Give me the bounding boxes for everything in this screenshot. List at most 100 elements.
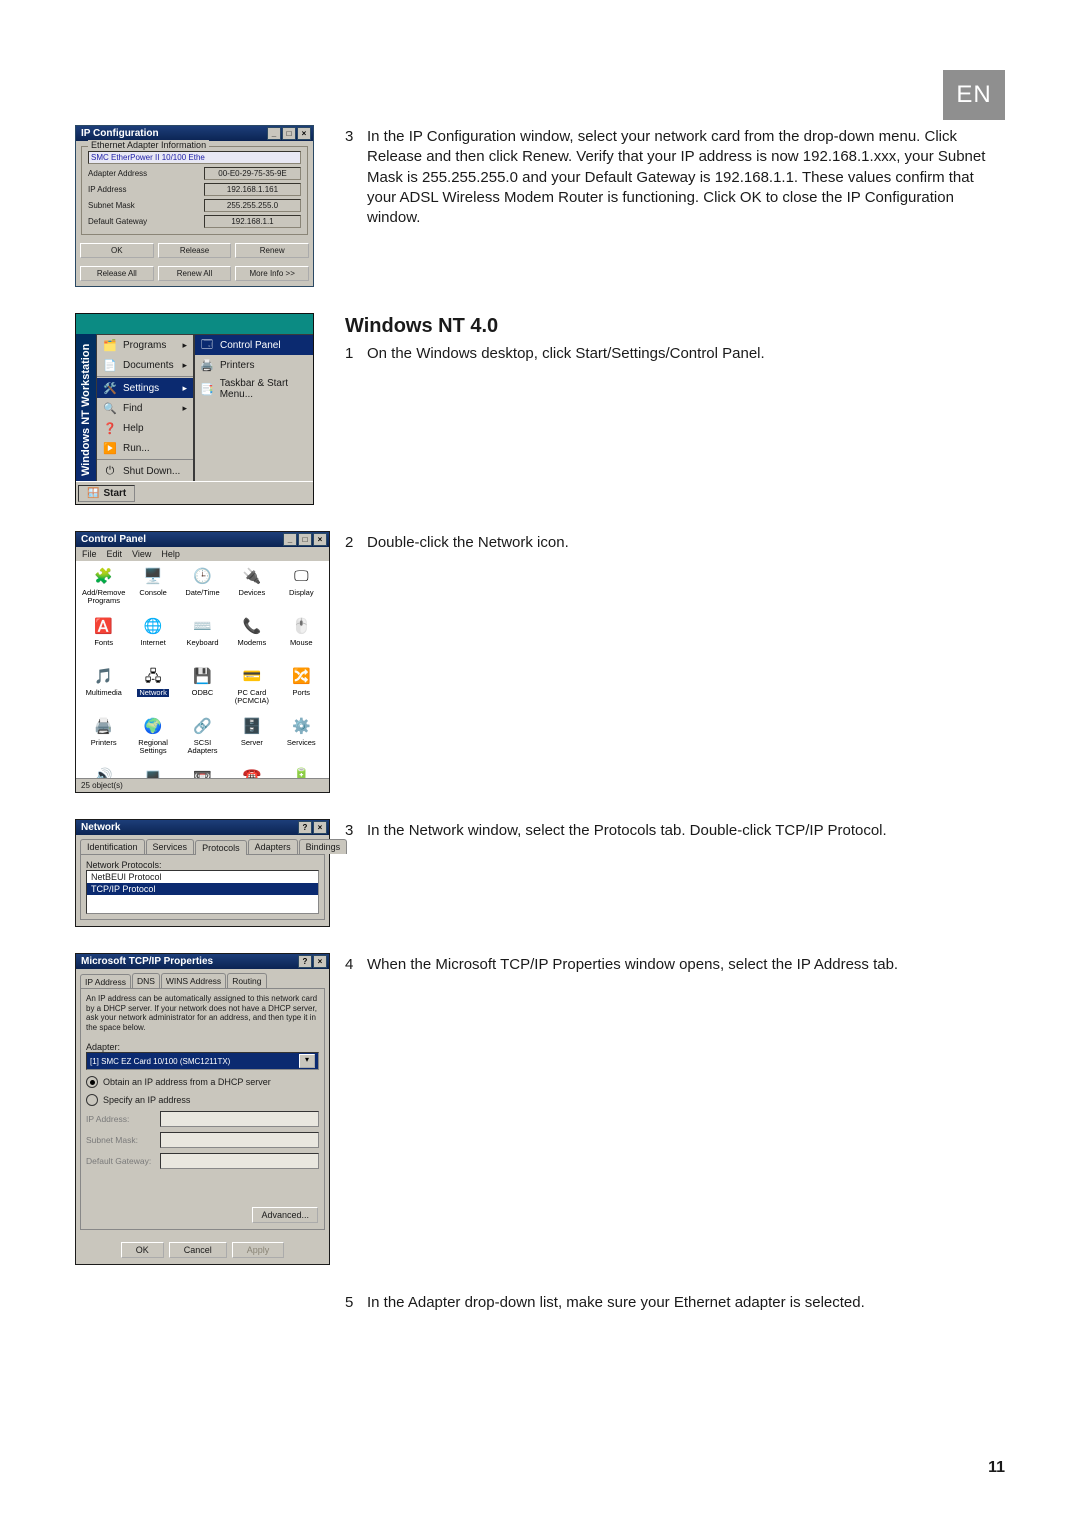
tab-wins[interactable]: WINS Address [161, 973, 226, 988]
cpanel-item[interactable]: 📼Tape Devices [179, 765, 226, 778]
cpanel-item[interactable]: 🖥️Console [129, 565, 176, 613]
step-text: In the IP Configuration window, select y… [367, 127, 1005, 228]
cpanel-item[interactable]: 🅰️Fonts [80, 615, 127, 663]
tcpip-tabs: IP Address DNS WINS Address Routing [76, 969, 329, 988]
help-icon[interactable]: ? [298, 955, 312, 968]
submenu-control-panel[interactable]: 🗔Control Panel [195, 335, 314, 355]
chevron-down-icon: ▾ [299, 1054, 315, 1068]
cpanel-item[interactable]: 📞Modems [228, 615, 275, 663]
find-icon: 🔍 [103, 401, 117, 415]
radio-dhcp[interactable]: Obtain an IP address from a DHCP server [86, 1076, 319, 1088]
tab-identification[interactable]: Identification [80, 839, 145, 854]
menu-run[interactable]: ▶️Run... [97, 438, 193, 458]
protocols-listbox[interactable]: NetBEUI Protocol TCP/IP Protocol [86, 870, 319, 914]
submenu-taskbar[interactable]: 📑Taskbar & Start Menu... [195, 375, 314, 403]
minimize-icon[interactable]: _ [283, 533, 297, 546]
radio-dot-on-icon [86, 1076, 98, 1088]
cpanel-item[interactable]: 🗄️Server [228, 715, 275, 763]
adapter-combo[interactable]: SMC EtherPower II 10/100 Ethe [88, 151, 301, 164]
programs-icon: 🗂️ [103, 338, 117, 352]
step-text: In the Adapter drop-down list, make sure… [367, 1293, 1005, 1313]
protocol-netbeui[interactable]: NetBEUI Protocol [87, 871, 318, 883]
tab-routing[interactable]: Routing [227, 973, 266, 988]
menu-programs[interactable]: 🗂️Programs▸ [97, 335, 193, 355]
tab-protocols[interactable]: Protocols [195, 840, 247, 855]
cpanel-item-icon: 🖨️ [93, 717, 115, 737]
menu-settings[interactable]: 🛠️Settings▸ [97, 378, 193, 398]
cpanel-item[interactable]: 🎵Multimedia [80, 665, 127, 713]
cpanel-item-icon: 💾 [191, 667, 213, 687]
cpanel-item[interactable]: 🔋UPS [278, 765, 325, 778]
cpanel-item[interactable]: 🔀Ports [278, 665, 325, 713]
cpanel-item[interactable]: ⌨️Keyboard [179, 615, 226, 663]
apply-button[interactable]: Apply [232, 1242, 285, 1258]
gw-field-input[interactable] [160, 1153, 319, 1169]
ok-button[interactable]: OK [80, 243, 154, 258]
cpanel-item[interactable]: 🔌Devices [228, 565, 275, 613]
close-icon[interactable]: × [297, 127, 311, 140]
subnet-field-input[interactable] [160, 1132, 319, 1148]
network-window: Network ? × Identification Services Prot… [75, 819, 330, 927]
minimize-icon[interactable]: _ [267, 127, 281, 140]
tab-services[interactable]: Services [146, 839, 195, 854]
cpanel-item[interactable]: 💾ODBC [179, 665, 226, 713]
release-button[interactable]: Release [158, 243, 232, 258]
renew-button[interactable]: Renew [235, 243, 309, 258]
menu-shutdown[interactable]: ⏻Shut Down... [97, 461, 193, 481]
cpanel-item-icon: 🕒 [191, 567, 213, 587]
radio-specify[interactable]: Specify an IP address [86, 1094, 319, 1106]
menu-file[interactable]: File [82, 549, 97, 559]
maximize-icon[interactable]: □ [298, 533, 312, 546]
close-icon[interactable]: × [313, 533, 327, 546]
close-icon[interactable]: × [313, 955, 327, 968]
cancel-button[interactable]: Cancel [169, 1242, 227, 1258]
maximize-icon[interactable]: □ [282, 127, 296, 140]
ok-button[interactable]: OK [121, 1242, 164, 1258]
gw-field-label: Default Gateway: [86, 1156, 154, 1166]
renew-all-button[interactable]: Renew All [158, 266, 232, 281]
tab-adapters[interactable]: Adapters [248, 839, 298, 854]
cpanel-item[interactable]: 🌐Internet [129, 615, 176, 663]
step-text: When the Microsoft TCP/IP Properties win… [367, 955, 1005, 975]
cpanel-item[interactable]: 🌍Regional Settings [129, 715, 176, 763]
menu-edit[interactable]: Edit [107, 549, 123, 559]
advanced-button[interactable]: Advanced... [252, 1207, 318, 1223]
tab-bindings[interactable]: Bindings [299, 839, 348, 854]
cpanel-item[interactable]: 🖱️Mouse [278, 615, 325, 663]
cpanel-item[interactable]: ☎️Telephony [228, 765, 275, 778]
cpanel-item[interactable]: 🖧Network [129, 665, 176, 713]
tab-ipaddress[interactable]: IP Address [80, 974, 131, 989]
cpanel-item[interactable]: 🔊Sounds [80, 765, 127, 778]
cpanel-item[interactable]: 💻System [129, 765, 176, 778]
step-text: In the Network window, select the Protoc… [367, 821, 1005, 841]
cpanel-item[interactable]: 🖵Display [278, 565, 325, 613]
tab-dns[interactable]: DNS [132, 973, 160, 988]
netwin-title: Network [81, 822, 120, 833]
ip-field-input[interactable] [160, 1111, 319, 1127]
protocol-tcpip[interactable]: TCP/IP Protocol [87, 883, 318, 895]
menu-find[interactable]: 🔍Find▸ [97, 398, 193, 418]
window-buttons: _ □ × [267, 127, 311, 140]
chevron-right-icon: ▸ [182, 383, 187, 394]
settings-submenu: 🗔Control Panel 🖨️Printers 📑Taskbar & Sta… [194, 334, 314, 482]
adapter-dropdown[interactable]: [1] SMC EZ Card 10/100 (SMC1211TX) ▾ [86, 1052, 319, 1070]
menu-documents[interactable]: 📄Documents▸ [97, 355, 193, 375]
release-all-button[interactable]: Release All [80, 266, 154, 281]
start-button[interactable]: 🪟Start [78, 485, 135, 502]
cpanel-item[interactable]: 💳PC Card (PCMCIA) [228, 665, 275, 713]
cpanel-item[interactable]: 🧩Add/Remove Programs [80, 565, 127, 613]
ipaddress-panel: An IP address can be automatically assig… [80, 988, 325, 1230]
default-gateway-value: 192.168.1.1 [204, 215, 301, 228]
close-icon[interactable]: × [313, 821, 327, 834]
more-info-button[interactable]: More Info >> [235, 266, 309, 281]
cpanel-item[interactable]: 🔗SCSI Adapters [179, 715, 226, 763]
cpanel-item[interactable]: ⚙️Services [278, 715, 325, 763]
menu-view[interactable]: View [132, 549, 151, 559]
cpanel-item[interactable]: 🖨️Printers [80, 715, 127, 763]
menu-help[interactable]: Help [161, 549, 180, 559]
menu-help[interactable]: ❓Help [97, 418, 193, 438]
submenu-printers[interactable]: 🖨️Printers [195, 355, 314, 375]
cpanel-item[interactable]: 🕒Date/Time [179, 565, 226, 613]
ip-address-value: 192.168.1.161 [204, 183, 301, 196]
help-icon[interactable]: ? [298, 821, 312, 834]
